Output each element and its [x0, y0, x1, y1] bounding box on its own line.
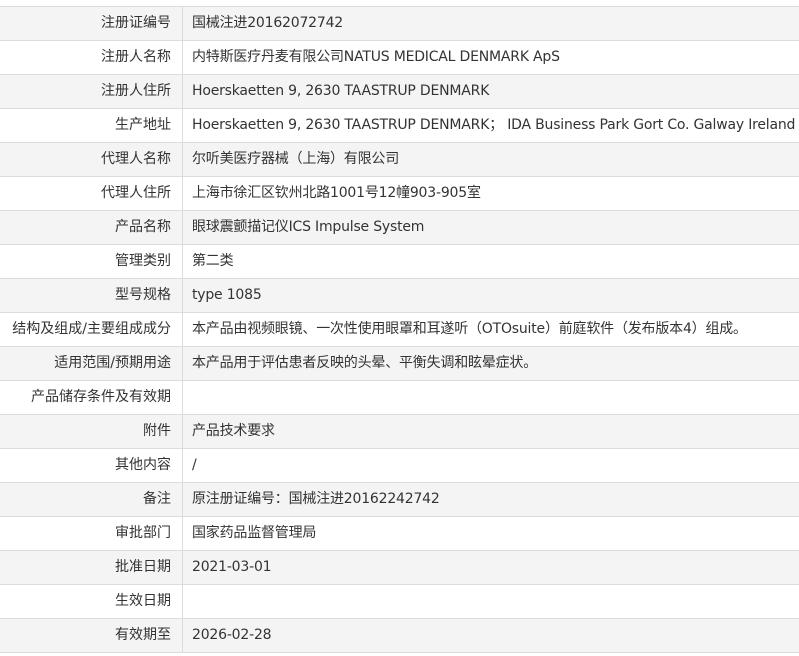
field-value: 眼球震颤描记仪ICS Impulse System — [183, 211, 799, 244]
field-value: 尔听美医疗器械（上海）有限公司 — [183, 143, 799, 176]
field-value: 本产品由视频眼镜、一次性使用眼罩和耳遂听（OTOsuite）前庭软件（发布版本4… — [183, 313, 799, 346]
field-value: 原注册证编号：国械注进20162242742 — [183, 483, 799, 516]
table-row-remarks: 备注 原注册证编号：国械注进20162242742 — [0, 483, 799, 517]
table-row-storage-conditions: 产品储存条件及有效期 — [0, 381, 799, 415]
table-row-attachments: 附件 产品技术要求 — [0, 415, 799, 449]
field-label: 生产地址 — [0, 109, 183, 142]
field-value: 国家药品监督管理局 — [183, 517, 799, 550]
field-value: 内特斯医疗丹麦有限公司NATUS MEDICAL DENMARK ApS — [183, 41, 799, 74]
field-value: 国械注进20162072742 — [183, 7, 799, 40]
field-value: / — [183, 449, 799, 482]
field-label: 批准日期 — [0, 551, 183, 584]
field-label: 代理人住所 — [0, 177, 183, 210]
field-value: 第二类 — [183, 245, 799, 278]
field-label: 有效期至 — [0, 619, 183, 652]
field-label: 注册人住所 — [0, 75, 183, 108]
registration-details-table: 注册证编号 国械注进20162072742 注册人名称 内特斯医疗丹麦有限公司N… — [0, 6, 799, 653]
field-label: 代理人名称 — [0, 143, 183, 176]
field-label: 结构及组成/主要组成成分 — [0, 313, 183, 346]
field-value: 2021-03-01 — [183, 551, 799, 584]
field-label: 审批部门 — [0, 517, 183, 550]
field-label: 备注 — [0, 483, 183, 516]
table-row-agent-name: 代理人名称 尔听美医疗器械（上海）有限公司 — [0, 143, 799, 177]
field-label: 型号规格 — [0, 279, 183, 312]
table-row-other-content: 其他内容 / — [0, 449, 799, 483]
field-label: 适用范围/预期用途 — [0, 347, 183, 380]
table-row-management-category: 管理类别 第二类 — [0, 245, 799, 279]
table-row-registrant-name: 注册人名称 内特斯医疗丹麦有限公司NATUS MEDICAL DENMARK A… — [0, 41, 799, 75]
table-row-model-spec: 型号规格 type 1085 — [0, 279, 799, 313]
field-value: 产品技术要求 — [183, 415, 799, 448]
field-value — [183, 381, 799, 414]
field-value: 上海市徐汇区钦州北路1001号12幢903-905室 — [183, 177, 799, 210]
field-value — [183, 585, 799, 618]
table-row-product-name: 产品名称 眼球震颤描记仪ICS Impulse System — [0, 211, 799, 245]
field-label: 其他内容 — [0, 449, 183, 482]
table-row-valid-until: 有效期至 2026-02-28 — [0, 619, 799, 653]
field-label: 管理类别 — [0, 245, 183, 278]
field-value: type 1085 — [183, 279, 799, 312]
table-row-registration-number: 注册证编号 国械注进20162072742 — [0, 7, 799, 41]
table-row-registrant-address: 注册人住所 Hoerskaetten 9, 2630 TAASTRUP DENM… — [0, 75, 799, 109]
table-row-approval-date: 批准日期 2021-03-01 — [0, 551, 799, 585]
field-label: 注册人名称 — [0, 41, 183, 74]
field-value: 2026-02-28 — [183, 619, 799, 652]
field-label: 注册证编号 — [0, 7, 183, 40]
field-label: 生效日期 — [0, 585, 183, 618]
field-value: Hoerskaetten 9, 2630 TAASTRUP DENMARK； I… — [183, 109, 799, 142]
field-value: Hoerskaetten 9, 2630 TAASTRUP DENMARK — [183, 75, 799, 108]
table-row-agent-address: 代理人住所 上海市徐汇区钦州北路1001号12幢903-905室 — [0, 177, 799, 211]
table-row-approval-department: 审批部门 国家药品监督管理局 — [0, 517, 799, 551]
table-row-structure-composition: 结构及组成/主要组成成分 本产品由视频眼镜、一次性使用眼罩和耳遂听（OTOsui… — [0, 313, 799, 347]
field-label: 产品储存条件及有效期 — [0, 381, 183, 414]
field-label: 产品名称 — [0, 211, 183, 244]
table-row-effective-date: 生效日期 — [0, 585, 799, 619]
table-row-production-address: 生产地址 Hoerskaetten 9, 2630 TAASTRUP DENMA… — [0, 109, 799, 143]
field-label: 附件 — [0, 415, 183, 448]
table-row-intended-use: 适用范围/预期用途 本产品用于评估患者反映的头晕、平衡失调和眩晕症状。 — [0, 347, 799, 381]
field-value: 本产品用于评估患者反映的头晕、平衡失调和眩晕症状。 — [183, 347, 799, 380]
